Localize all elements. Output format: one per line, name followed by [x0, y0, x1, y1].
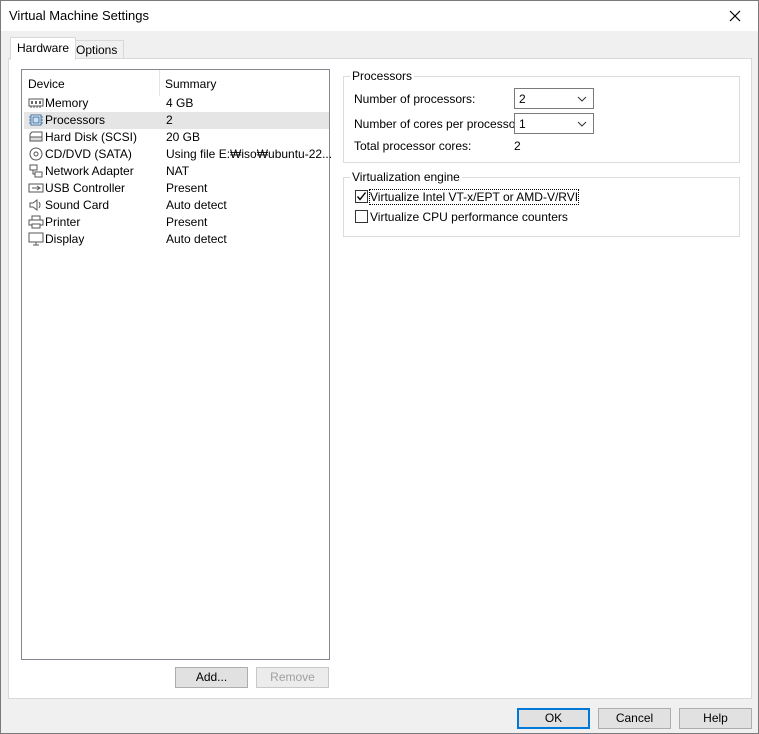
device-summary: Present: [166, 181, 208, 195]
device-summary: Auto detect: [166, 232, 227, 246]
device-summary: Present: [166, 215, 208, 229]
list-item[interactable]: Printer Present: [24, 214, 329, 231]
num-processors-label: Number of processors:: [354, 92, 476, 106]
list-item[interactable]: Display Auto detect: [24, 231, 329, 248]
perf-counters-checkbox-label[interactable]: Virtualize CPU performance counters: [370, 210, 568, 224]
device-summary: 4 GB: [166, 96, 194, 110]
display-icon: [28, 232, 44, 246]
cores-per-processor-label: Number of cores per processor:: [354, 117, 523, 131]
device-name: Processors: [45, 113, 106, 127]
processors-group-title: Processors: [350, 69, 415, 83]
device-summary: 20 GB: [166, 130, 201, 144]
num-processors-select[interactable]: 2: [514, 88, 594, 109]
speaker-icon: [29, 199, 41, 211]
device-name: Display: [45, 232, 85, 246]
list-item[interactable]: Network Adapter NAT: [24, 163, 329, 180]
tab-hardware[interactable]: Hardware: [10, 37, 77, 60]
num-processors-value: 2: [519, 92, 526, 106]
device-name: Network Adapter: [45, 164, 134, 178]
device-summary: Auto detect: [166, 198, 227, 212]
remove-button[interactable]: Remove: [256, 667, 329, 688]
total-cores-label: Total processor cores:: [354, 139, 472, 153]
virtualization-group: Virtualization engine: [343, 170, 740, 237]
cores-per-processor-value: 1: [519, 117, 526, 131]
cd-dvd-icon: [29, 147, 43, 161]
virtualization-group-title: Virtualization engine: [350, 170, 462, 184]
device-name: USB Controller: [45, 181, 126, 195]
network-adapter-icon: [29, 164, 43, 178]
hard-disk-icon: [29, 131, 43, 142]
vtx-checkbox[interactable]: [355, 190, 368, 203]
close-icon: [729, 10, 741, 22]
device-summary: NAT: [166, 164, 190, 178]
chevron-down-icon: [577, 121, 587, 127]
close-button[interactable]: [712, 1, 758, 31]
column-header-summary[interactable]: Summary: [165, 77, 216, 91]
list-item[interactable]: CD/DVD (SATA) Using file E:₩iso₩ubuntu-2…: [24, 146, 333, 163]
list-item[interactable]: Sound Card Auto detect: [24, 197, 329, 214]
device-name: CD/DVD (SATA): [45, 147, 132, 161]
usb-icon: [28, 183, 44, 193]
device-name: Hard Disk (SCSI): [45, 130, 138, 144]
list-item[interactable]: USB Controller Present: [24, 180, 329, 197]
list-item[interactable]: Hard Disk (SCSI) 20 GB: [24, 129, 329, 146]
chevron-down-icon: [577, 96, 587, 102]
ok-button[interactable]: OK: [517, 708, 590, 729]
vm-settings-window: Virtual Machine Settings Hardware Option…: [0, 0, 759, 734]
device-list-header: Device Summary: [22, 70, 329, 96]
device-list[interactable]: Device Summary Memory 4 GB Processors 2: [21, 69, 333, 660]
device-summary: Using file E:₩iso₩ubuntu-22...: [166, 147, 333, 161]
window-title: Virtual Machine Settings: [9, 8, 149, 23]
tab-options[interactable]: Options: [69, 40, 125, 58]
column-separator[interactable]: [159, 70, 160, 96]
processor-icon: [29, 114, 43, 126]
checkmark-icon: [356, 192, 367, 201]
list-item-selected[interactable]: Processors 2: [24, 112, 329, 129]
title-bar: Virtual Machine Settings: [1, 1, 758, 31]
device-name: Memory: [45, 96, 89, 110]
perf-counters-checkbox[interactable]: [355, 210, 368, 223]
total-cores-value: 2: [514, 139, 521, 153]
vtx-checkbox-label[interactable]: Virtualize Intel VT-x/EPT or AMD-V/RVI: [368, 189, 580, 205]
memory-icon: [28, 98, 44, 108]
help-button[interactable]: Help: [679, 708, 752, 729]
list-item[interactable]: Memory 4 GB: [24, 95, 329, 112]
column-header-device[interactable]: Device: [28, 77, 65, 91]
device-name: Printer: [45, 215, 81, 229]
device-summary: 2: [166, 113, 173, 127]
cores-per-processor-select[interactable]: 1: [514, 113, 594, 134]
device-name: Sound Card: [45, 198, 110, 212]
cancel-button[interactable]: Cancel: [598, 708, 671, 729]
printer-icon: [28, 215, 44, 229]
add-button[interactable]: Add...: [175, 667, 248, 688]
